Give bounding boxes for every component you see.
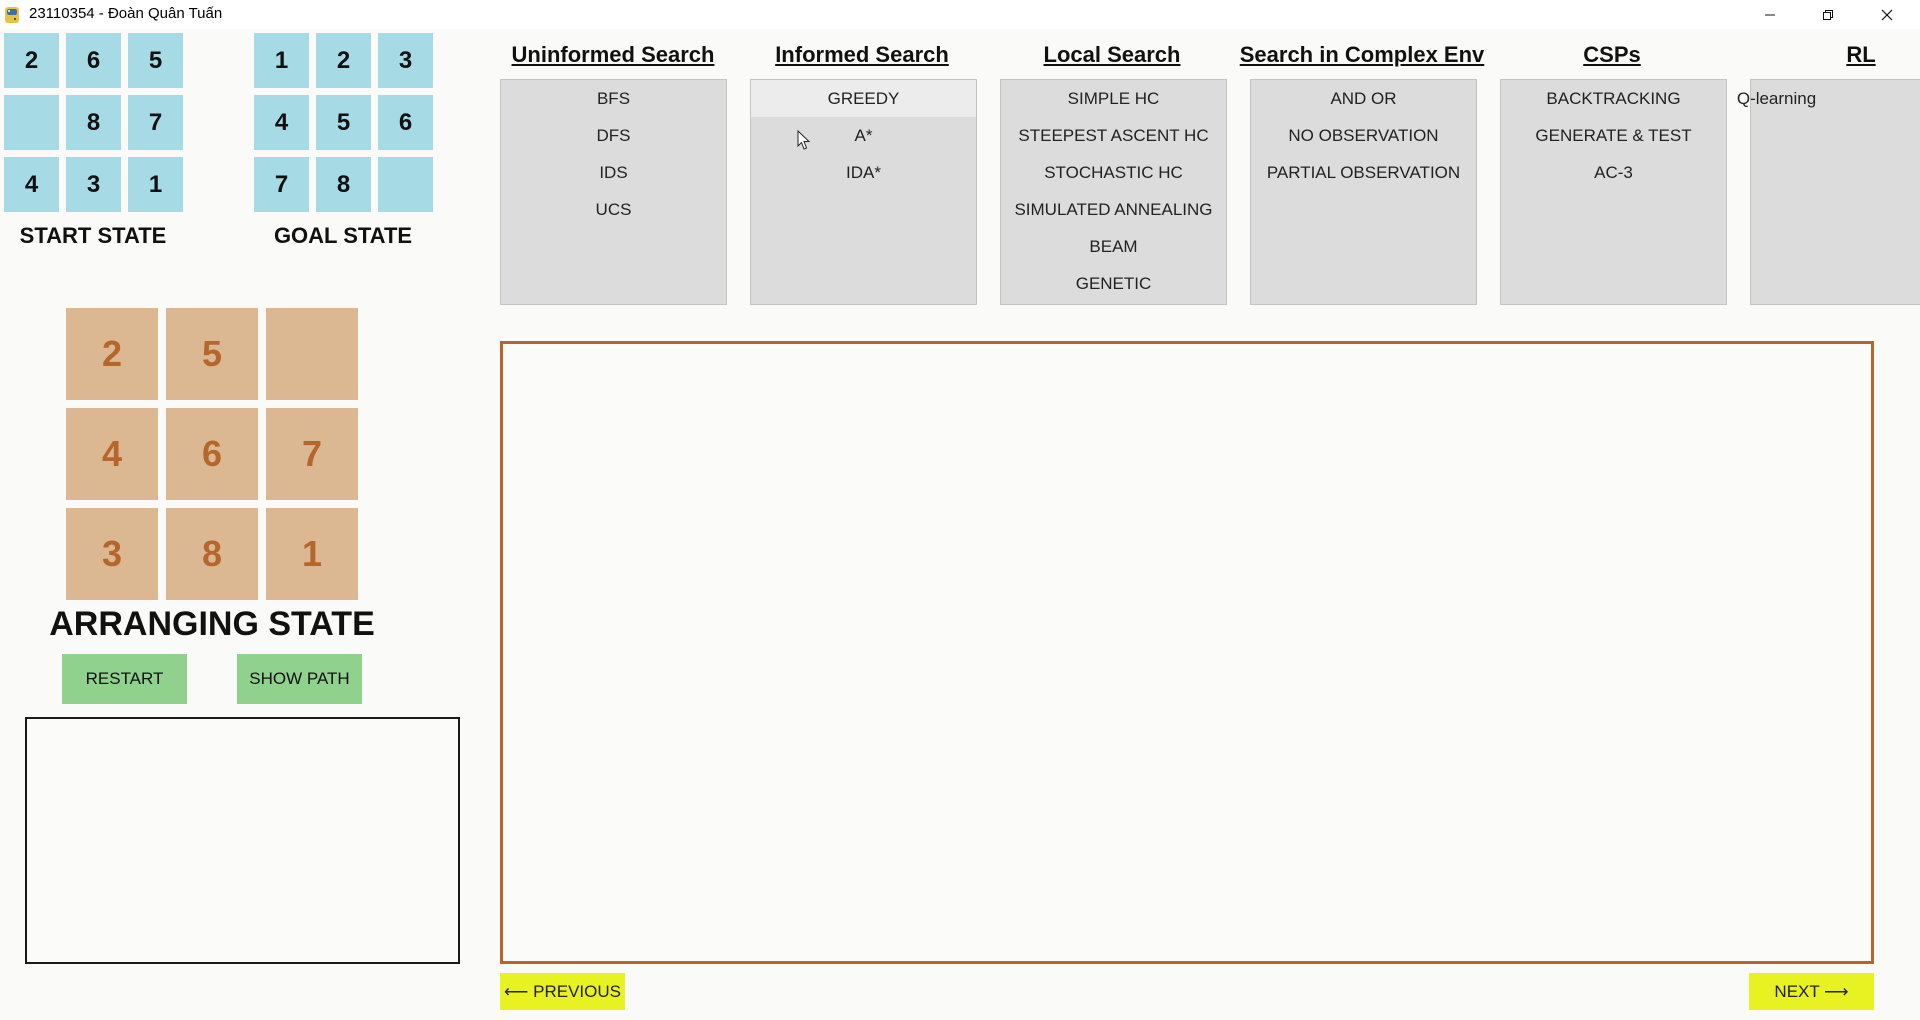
arranging-tile	[266, 308, 358, 400]
category-title-local: Local Search	[1043, 42, 1181, 67]
category-title-informed: Informed Search	[775, 42, 949, 67]
algo-ids[interactable]: IDS	[501, 154, 726, 191]
start-tile: 6	[66, 33, 121, 88]
minimize-icon	[1765, 14, 1775, 15]
algo-no-observation[interactable]: NO OBSERVATION	[1251, 117, 1476, 154]
start-tile: 3	[66, 157, 121, 212]
start-state-label: START STATE	[19, 223, 167, 248]
goal-tile: 7	[254, 157, 309, 212]
goal-tile: 2	[316, 33, 371, 88]
close-button[interactable]	[1858, 0, 1916, 29]
start-tile: 8	[66, 95, 121, 150]
close-icon	[1881, 9, 1893, 20]
start-tile: 5	[128, 33, 183, 88]
category-title-csps: CSPs	[1583, 42, 1641, 67]
arranging-tile: 6	[166, 408, 258, 500]
arranging-tile: 2	[66, 308, 158, 400]
goal-tile: 4	[254, 95, 309, 150]
info-box	[25, 717, 460, 964]
goal-tile: 3	[378, 33, 433, 88]
arranging-tile: 8	[166, 508, 258, 600]
title-bar: 23110354 - Đoàn Quân Tuấn	[0, 0, 1920, 29]
goal-tile: 1	[254, 33, 309, 88]
goal-tile	[378, 157, 433, 212]
category-title-uninformed: Uninformed Search	[511, 42, 715, 67]
algo-ac-3[interactable]: AC-3	[1501, 154, 1726, 191]
algo-partial-observation[interactable]: PARTIAL OBSERVATION	[1251, 154, 1476, 191]
goal-tile: 6	[378, 95, 433, 150]
algo-q-learning[interactable]: Q-learning	[1737, 80, 1920, 117]
algo-greedy[interactable]: GREEDY	[751, 80, 976, 117]
start-tile: 4	[4, 157, 59, 212]
algo-generate-test[interactable]: GENERATE & TEST	[1501, 117, 1726, 154]
algo-steepest-ascent-hc[interactable]: STEEPEST ASCENT HC	[1001, 117, 1226, 154]
algo-stochastic-hc[interactable]: STOCHASTIC HC	[1001, 154, 1226, 191]
minimize-button[interactable]	[1741, 0, 1799, 29]
previous-button[interactable]: ⟵ PREVIOUS	[500, 973, 625, 1010]
start-tile: 7	[128, 95, 183, 150]
window-title: 23110354 - Đoàn Quân Tuấn	[29, 5, 223, 22]
algo-genetic[interactable]: GENETIC	[1001, 265, 1226, 302]
category-panel-local: SIMPLE HC STEEPEST ASCENT HC STOCHASTIC …	[1000, 79, 1227, 305]
category-title-rl: RL	[1846, 42, 1876, 67]
category-panel-rl: Q-learning	[1737, 79, 1920, 305]
algo-dfs[interactable]: DFS	[501, 117, 726, 154]
arranging-state-label: ARRANGING STATE	[49, 605, 375, 643]
goal-state-label: GOAL STATE	[273, 223, 413, 248]
algo-beam[interactable]: BEAM	[1001, 228, 1226, 265]
algo-a-star[interactable]: A*	[751, 117, 976, 154]
python-icon	[5, 7, 19, 23]
algo-bfs[interactable]: BFS	[501, 80, 726, 117]
goal-tile: 5	[316, 95, 371, 150]
arranging-tile: 5	[166, 308, 258, 400]
next-button[interactable]: NEXT ⟶	[1749, 973, 1874, 1010]
arranging-tile: 3	[66, 508, 158, 600]
category-panel-csps: BACKTRACKING GENERATE & TEST AC-3	[1500, 79, 1727, 305]
start-tile: 2	[4, 33, 59, 88]
goal-tile: 8	[316, 157, 371, 212]
arranging-tile: 1	[266, 508, 358, 600]
algo-ida-star[interactable]: IDA*	[751, 154, 976, 191]
show-path-button[interactable]: SHOW PATH	[237, 654, 362, 704]
app-content: 2 6 5 8 7 4 3 1 START STATE 1 2 3 4 5 6 …	[0, 29, 1920, 1020]
category-panel-informed: GREEDY A* IDA*	[750, 79, 977, 305]
mouse-pointer-icon	[797, 130, 811, 150]
start-tile: 1	[128, 157, 183, 212]
category-title-complex-env: Search in Complex Env	[1239, 42, 1485, 67]
algo-simulated-annealing[interactable]: SIMULATED ANNEALING	[1001, 191, 1226, 228]
algo-simple-hc[interactable]: SIMPLE HC	[1001, 80, 1226, 117]
arranging-tile: 4	[66, 408, 158, 500]
start-tile	[4, 95, 59, 150]
visualization-area	[500, 341, 1874, 964]
restore-icon	[1823, 9, 1833, 20]
category-panel-uninformed: BFS DFS IDS UCS	[500, 79, 727, 305]
category-panel-complex-env: AND OR NO OBSERVATION PARTIAL OBSERVATIO…	[1250, 79, 1477, 305]
restart-button[interactable]: RESTART	[62, 654, 187, 704]
arranging-tile: 7	[266, 408, 358, 500]
algo-q-learning-label: Q-learning	[1736, 88, 1817, 108]
algo-ucs[interactable]: UCS	[501, 191, 726, 228]
restore-button[interactable]	[1799, 0, 1857, 29]
algo-and-or[interactable]: AND OR	[1251, 80, 1476, 117]
